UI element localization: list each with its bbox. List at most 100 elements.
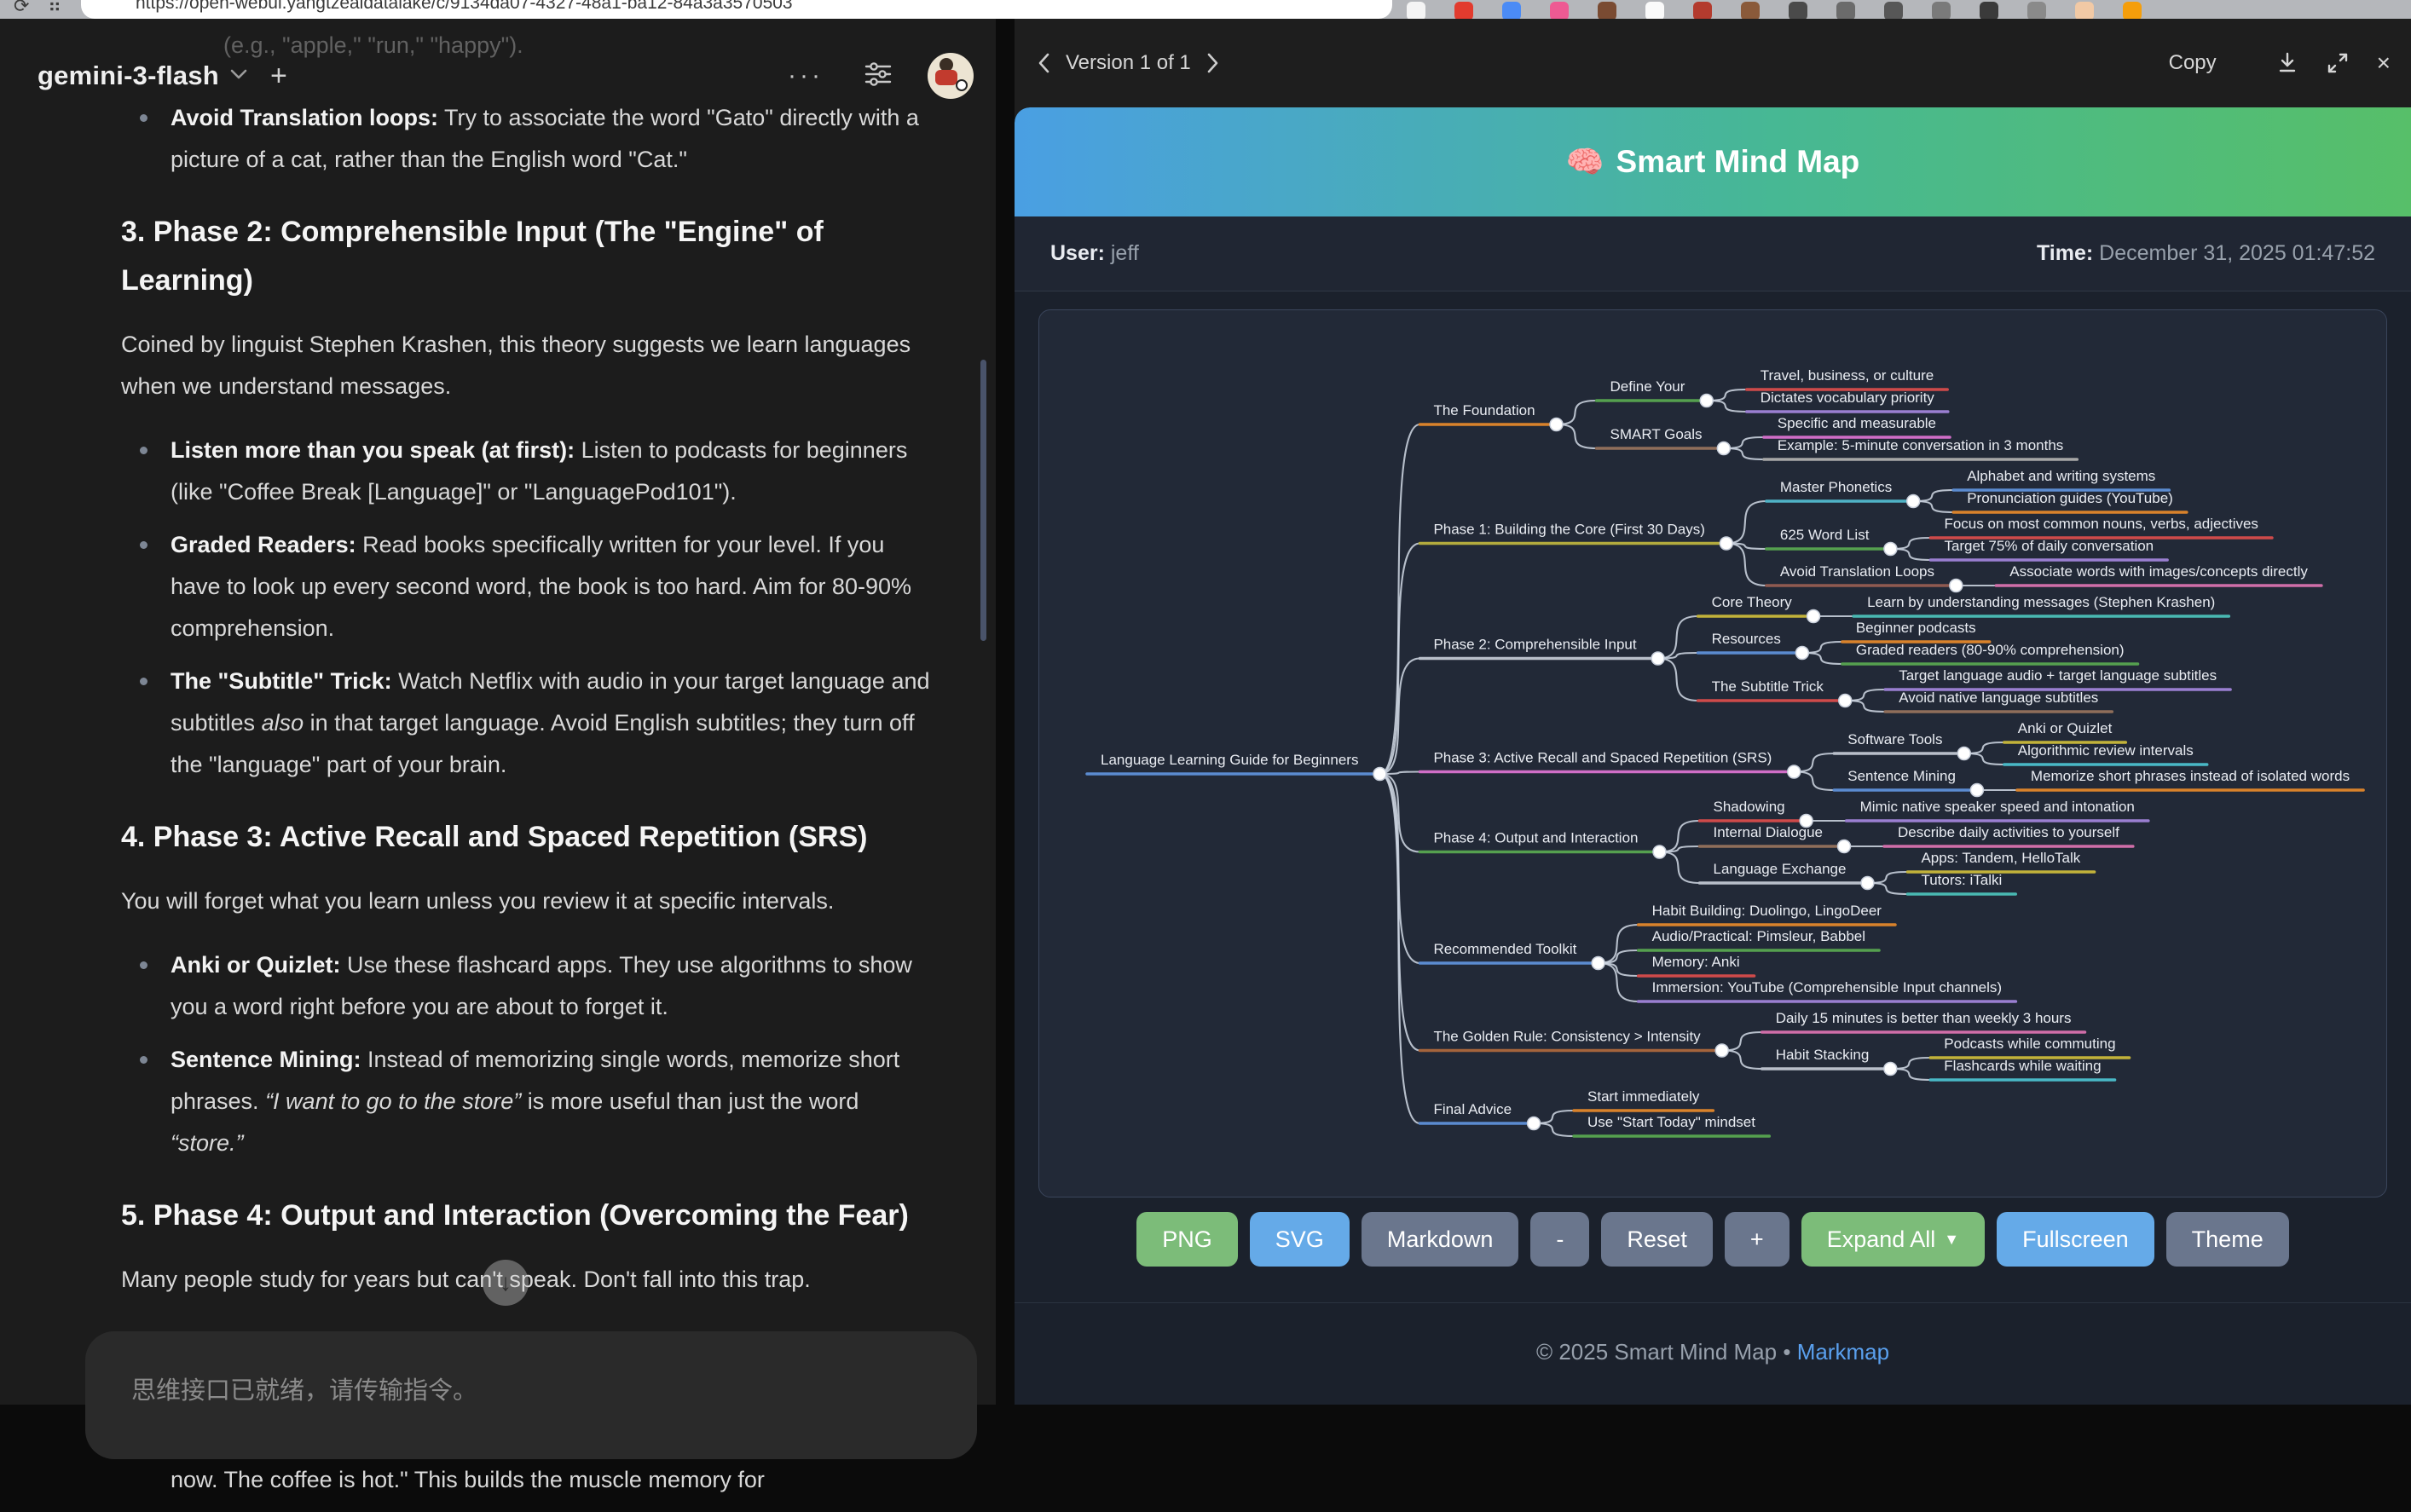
mindmap-node[interactable]: Recommended Toolkit	[1419, 941, 1604, 970]
mindmap-node[interactable]: Memorize short phrases instead of isolat…	[2017, 768, 2363, 790]
mindmap-node[interactable]: Mimic native speaker speed and intonatio…	[1847, 799, 2148, 821]
mindmap-node[interactable]: Avoid Translation Loops	[1766, 563, 1963, 592]
theme-button[interactable]: Theme	[2166, 1212, 2289, 1267]
mindmap-node[interactable]: Daily 15 minutes is better than weekly 3…	[1762, 1010, 2085, 1032]
mindmap-node[interactable]: Shadowing	[1699, 799, 1813, 828]
mindmap-node-circle[interactable]	[1653, 845, 1666, 858]
mindmap-node[interactable]: Final Advice	[1419, 1101, 1540, 1130]
prev-version-icon[interactable]	[1035, 51, 1052, 75]
mindmap-node[interactable]: Associate words with images/concepts dir…	[1996, 563, 2321, 586]
mindmap-node-circle[interactable]	[1717, 442, 1730, 455]
extension-icon[interactable]	[1741, 2, 1760, 20]
zoom-in-button[interactable]: +	[1725, 1212, 1789, 1267]
extension-icon[interactable]	[2075, 2, 2094, 20]
mindmap-node[interactable]: Phase 1: Building the Core (First 30 Day…	[1419, 522, 1732, 551]
mindmap-node[interactable]: Beginner podcasts	[1842, 620, 1990, 642]
extension-icon[interactable]	[1836, 2, 1855, 20]
mindmap-node[interactable]: Sentence Mining	[1834, 768, 1983, 797]
mindmap-node[interactable]: Master Phonetics	[1766, 479, 1920, 508]
mindmap-node[interactable]: 625 Word List	[1766, 527, 1897, 556]
mindmap-node-circle[interactable]	[1884, 1063, 1897, 1076]
apps-grid-icon[interactable]: ⠿	[48, 0, 61, 17]
mindmap-node[interactable]: Target language audio + target language …	[1885, 667, 2230, 690]
mindmap-node[interactable]: The Golden Rule: Consistency > Intensity	[1419, 1029, 1728, 1058]
mindmap-node[interactable]: Start immediately	[1574, 1088, 1713, 1111]
mindmap-node-circle[interactable]	[1715, 1044, 1728, 1057]
mindmap-node[interactable]: Anki or Quizlet	[2004, 720, 2126, 742]
extension-icon[interactable]	[1693, 2, 1712, 20]
scroll-to-bottom-button[interactable]: ↓	[483, 1260, 529, 1306]
mindmap-node[interactable]: Language Learning Guide for Beginners	[1087, 752, 1386, 781]
mindmap-node-circle[interactable]	[1907, 495, 1920, 508]
extension-icon[interactable]	[1454, 2, 1473, 20]
mindmap-node[interactable]: Phase 3: Active Recall and Spaced Repeti…	[1419, 750, 1800, 779]
mindmap-node[interactable]: Software Tools	[1834, 731, 1970, 760]
export-svg-button[interactable]: SVG	[1250, 1212, 1350, 1267]
mindmap-node[interactable]: Core Theory	[1698, 594, 1820, 623]
mindmap-node[interactable]: Avoid native language subtitles	[1885, 690, 2112, 712]
mindmap-node[interactable]: Graded readers (80-90% comprehension)	[1842, 642, 2138, 664]
extension-icon[interactable]	[1980, 2, 1998, 20]
chat-input[interactable]: 思维接口已就绪，请传输指令。	[85, 1331, 977, 1459]
mindmap-node[interactable]: Phase 2: Comprehensible Input	[1419, 637, 1664, 666]
extension-icon[interactable]	[1645, 2, 1664, 20]
mindmap-node-circle[interactable]	[1788, 765, 1801, 778]
mindmap-node[interactable]: Phase 4: Output and Interaction	[1419, 830, 1666, 859]
new-chat-button[interactable]: +	[270, 60, 287, 93]
markmap-link[interactable]: Markmap	[1797, 1339, 1889, 1365]
mindmap-node[interactable]: Internal Dialogue	[1699, 824, 1850, 853]
mindmap-node-circle[interactable]	[1720, 537, 1732, 550]
mindmap-node-circle[interactable]	[1884, 543, 1897, 556]
mindmap-node[interactable]: Alphabet and writing systems	[1953, 468, 2169, 490]
extension-icon[interactable]	[1884, 2, 1903, 20]
download-icon[interactable]	[2276, 51, 2298, 75]
export-markdown-button[interactable]: Markdown	[1362, 1212, 1519, 1267]
mindmap-node[interactable]: Pronunciation guides (YouTube)	[1953, 490, 2187, 512]
mindmap-node[interactable]: Memory: Anki	[1639, 954, 1755, 976]
mindmap-node[interactable]: Apps: Tandem, HelloTalk	[1907, 850, 2094, 872]
mindmap-node-circle[interactable]	[1651, 652, 1664, 665]
mindmap-node-circle[interactable]	[1950, 580, 1963, 592]
mindmap-node[interactable]: Example: 5-minute conversation in 3 mont…	[1764, 437, 2077, 459]
mindmap-node-circle[interactable]	[1957, 747, 1970, 760]
address-bar[interactable]: https://open-webui.yangtzeaidatalake/c/9…	[81, 0, 1392, 19]
mindmap-viewport[interactable]: Travel, business, or cultureDictates voc…	[1038, 309, 2387, 1197]
reset-button[interactable]: Reset	[1601, 1212, 1713, 1267]
extension-icon[interactable]	[2123, 2, 2142, 20]
close-icon[interactable]: ×	[2377, 49, 2391, 77]
mindmap-node[interactable]: Habit Stacking	[1762, 1047, 1897, 1076]
mindmap-node[interactable]: Tutors: iTalki	[1907, 872, 2015, 894]
mindmap-node[interactable]: Dictates vocabulary priority	[1747, 390, 1948, 412]
mindmap-node-circle[interactable]	[1592, 957, 1604, 970]
mindmap-node[interactable]: The Foundation	[1419, 402, 1563, 431]
mindmap-node[interactable]: Habit Building: Duolingo, LingoDeer	[1639, 903, 1895, 925]
mindmap-node[interactable]: SMART Goals	[1597, 426, 1731, 455]
copy-button[interactable]: Copy	[2169, 51, 2217, 75]
mindmap-node[interactable]: The Subtitle Trick	[1698, 678, 1852, 707]
mindmap-node-circle[interactable]	[1838, 840, 1851, 853]
next-version-icon[interactable]	[1205, 51, 1222, 75]
more-options-icon[interactable]: ···	[788, 61, 824, 90]
mindmap-node-circle[interactable]	[1550, 418, 1563, 431]
mindmap-node[interactable]: Podcasts while commuting	[1930, 1036, 2129, 1058]
export-png-button[interactable]: PNG	[1136, 1212, 1238, 1267]
mindmap-node[interactable]: Travel, business, or culture	[1747, 367, 1947, 390]
chat-scrollbar[interactable]	[980, 360, 986, 641]
extension-icon[interactable]	[1502, 2, 1521, 20]
fullscreen-button[interactable]: Fullscreen	[1997, 1212, 2154, 1267]
extension-icon[interactable]	[1550, 2, 1569, 20]
mindmap-node[interactable]: Learn by understanding messages (Stephen…	[1853, 594, 2229, 616]
mindmap-node[interactable]: Language Exchange	[1699, 861, 1873, 890]
zoom-out-button[interactable]: -	[1530, 1212, 1589, 1267]
extension-icon[interactable]	[1598, 2, 1616, 20]
mindmap-node-circle[interactable]	[1528, 1117, 1541, 1130]
mindmap-node[interactable]: Audio/Practical: Pimsleur, Babbel	[1639, 928, 1879, 950]
mindmap-node-circle[interactable]	[1795, 647, 1808, 660]
mindmap-node[interactable]: Resources	[1698, 631, 1809, 660]
chevron-down-icon[interactable]	[229, 68, 248, 84]
mindmap-node-circle[interactable]	[1807, 610, 1820, 623]
mindmap-node[interactable]: Use "Start Today" mindset	[1574, 1114, 1769, 1136]
mindmap-node[interactable]: Target 75% of daily conversation	[1930, 538, 2167, 560]
mindmap-node[interactable]: Flashcards while waiting	[1930, 1058, 2114, 1080]
mindmap-node[interactable]: Define Your	[1597, 378, 1714, 407]
